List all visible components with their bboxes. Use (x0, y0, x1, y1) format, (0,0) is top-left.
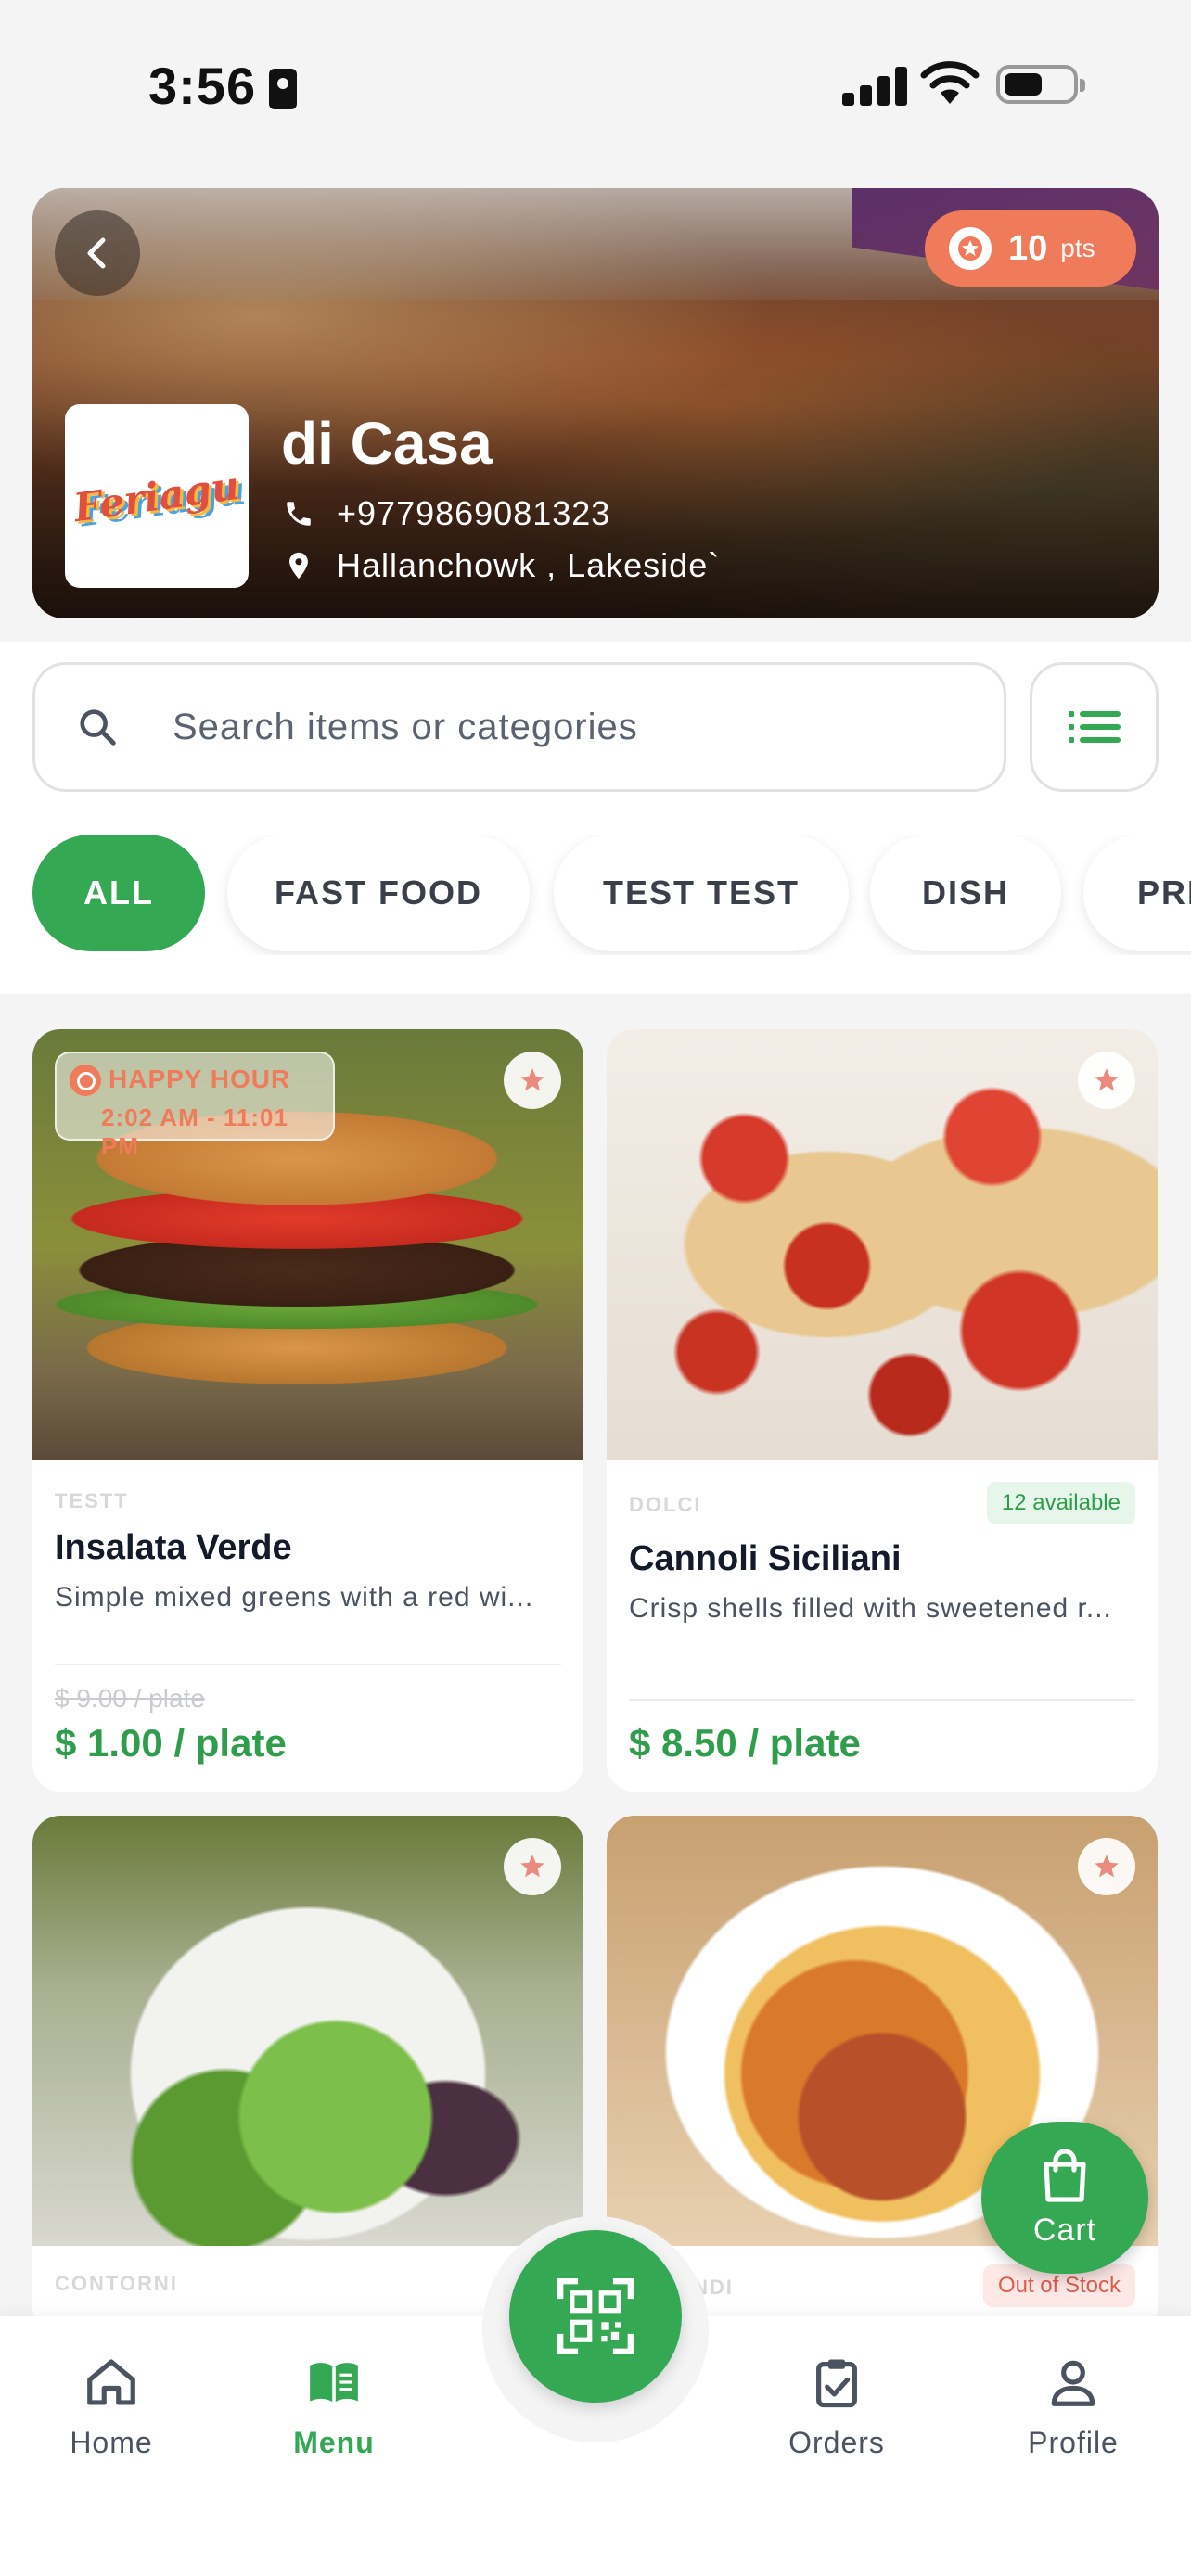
restaurant-address[interactable]: Hallanchowk , Lakeside` (283, 546, 720, 585)
menu-book-icon (310, 2363, 358, 2403)
nav-profile-label: Profile (1028, 2426, 1119, 2459)
search-icon (80, 709, 116, 746)
star-icon (1095, 1068, 1119, 1091)
qr-scan-button[interactable] (509, 2230, 682, 2403)
back-button[interactable] (55, 210, 140, 296)
nav-home[interactable]: Home (19, 2353, 204, 2460)
item-name: Cannoli Siciliani (629, 1539, 902, 1578)
search-input[interactable] (173, 706, 915, 748)
menu-item-card[interactable]: DOLCI 12 available Cannoli Siciliani Cri… (607, 1029, 1158, 1792)
clock-icon (70, 1065, 101, 1096)
clipboard-check-icon (816, 2359, 857, 2408)
home-icon (87, 2359, 135, 2405)
happy-hour-badge: HAPPY HOUR 2:02 AM - 11:01 PM (55, 1052, 335, 1160)
user-icon (1051, 2360, 1095, 2406)
status-time: 3:56 (148, 57, 257, 115)
list-view-button[interactable] (1030, 662, 1159, 792)
phone-icon (287, 502, 311, 526)
favorite-button[interactable] (504, 1838, 561, 1895)
favorite-button[interactable] (1078, 1052, 1135, 1109)
nav-menu[interactable]: Menu (241, 2353, 427, 2460)
cellular-signal-icon (842, 65, 907, 106)
availability-badge: 12 available (986, 1482, 1135, 1524)
cart-label: Cart (1032, 2212, 1097, 2248)
category-chips: ALL FAST FOOD TEST TEST DISH PRI (0, 835, 1191, 955)
happy-hour-title: HAPPY HOUR (109, 1065, 291, 1093)
list-icon (1068, 711, 1121, 743)
menu-item-card[interactable]: CONTORNI (32, 1816, 583, 2335)
star-coin-icon (949, 227, 992, 270)
wifi-icon (920, 61, 980, 104)
nav-profile[interactable]: Profile (980, 2353, 1166, 2460)
item-price: $ 1.00 / plate (55, 1721, 287, 1765)
battery-icon (996, 65, 1085, 104)
nav-home-label: Home (70, 2426, 153, 2459)
item-category: TESTT (55, 1489, 129, 1512)
item-category: DOLCI (629, 1493, 702, 1516)
phone-text: +9779869081323 (337, 494, 611, 532)
category-chip-pri[interactable]: PRI (1083, 835, 1191, 951)
star-icon (520, 1068, 544, 1091)
menu-item-card[interactable]: HAPPY HOUR 2:02 AM - 11:01 PM TESTT Insa… (32, 1029, 583, 1792)
item-description: Crisp shells filled with sweetened r... (629, 1593, 1112, 1624)
item-image (607, 1029, 1158, 1460)
restaurant-name: di Casa (281, 410, 493, 477)
location-pin-icon (289, 552, 308, 580)
category-chip-test-test[interactable]: TEST TEST (554, 835, 849, 951)
category-chip-all[interactable]: ALL (32, 835, 205, 951)
nav-orders[interactable]: Orders (744, 2353, 929, 2460)
logo-text: Feriagu (70, 462, 243, 530)
points-badge[interactable]: 10 pts (925, 210, 1136, 287)
item-category: CONTORNI (55, 2272, 178, 2295)
nav-orders-label: Orders (788, 2426, 885, 2459)
category-chip-dish[interactable]: DISH (870, 835, 1061, 951)
search-section: ALL FAST FOOD TEST TEST DISH PRI (0, 642, 1191, 994)
shopping-bag-icon (1044, 2148, 1086, 2202)
category-chip-fast-food[interactable]: FAST FOOD (227, 835, 530, 951)
item-price: $ 8.50 / plate (629, 1721, 861, 1765)
qr-code-icon (557, 2278, 634, 2354)
restaurant-header: 10 pts Feriagu di Casa +9779869081323 Ha… (32, 188, 1159, 618)
cart-button[interactable]: Cart (981, 2122, 1148, 2274)
item-image (32, 1816, 583, 2246)
item-old-price: $ 9.00 / plate (55, 1684, 205, 1713)
star-icon (1095, 1855, 1119, 1878)
restaurant-logo: Feriagu (65, 404, 249, 588)
address-text: Hallanchowk , Lakeside` (337, 546, 721, 584)
points-unit: pts (1060, 234, 1095, 262)
search-box[interactable] (32, 662, 1006, 792)
chevron-left-icon (87, 237, 106, 269)
happy-hour-time: 2:02 AM - 11:01 PM (101, 1103, 288, 1160)
star-icon (520, 1855, 544, 1878)
restaurant-phone[interactable]: +9779869081323 (283, 494, 610, 533)
item-description: Simple mixed greens with a red wi... (55, 1582, 534, 1613)
status-bar: 3:56 (0, 0, 1191, 176)
favorite-button[interactable] (504, 1052, 561, 1109)
nav-menu-label: Menu (293, 2426, 375, 2459)
item-name: Insalata Verde (55, 1528, 292, 1567)
favorite-button[interactable] (1078, 1838, 1135, 1895)
contact-card-icon (269, 69, 297, 109)
points-value: 10 (1008, 228, 1048, 268)
